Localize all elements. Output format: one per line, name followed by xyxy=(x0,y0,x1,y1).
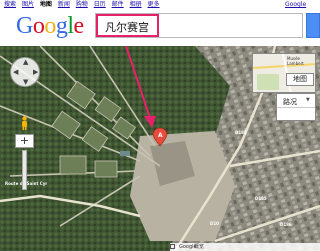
minimap-label: Musée Lambert xyxy=(287,56,304,66)
nav-item-photos[interactable]: 相册 xyxy=(130,0,142,9)
street-view-pegman-icon[interactable] xyxy=(20,116,29,130)
google-logo-text: Google xyxy=(16,13,84,39)
traffic-label: 路况 xyxy=(283,98,297,106)
nav-item-more[interactable]: 更多 xyxy=(148,0,160,9)
nav-item-calendar[interactable]: 日历 xyxy=(94,0,106,9)
google-logo[interactable]: Google xyxy=(16,12,84,40)
route-label-1: D185 xyxy=(235,130,247,135)
pan-down-icon[interactable]: ▼ xyxy=(23,79,28,86)
nav-item-shopping[interactable]: 购物 xyxy=(76,0,88,9)
traffic-divider xyxy=(277,107,315,108)
road-label-2: D186 xyxy=(280,222,292,227)
nav-item-mail[interactable]: 邮件 xyxy=(112,0,124,9)
pan-left-icon[interactable]: ◀ xyxy=(13,69,18,76)
nav-right-link[interactable]: Google xyxy=(285,0,306,9)
overview-link[interactable]: 概览 xyxy=(194,243,204,251)
search-button[interactable] xyxy=(306,13,320,38)
pan-up-icon[interactable]: ▲ xyxy=(23,59,28,66)
pan-right-icon[interactable]: ▶ xyxy=(33,69,38,76)
search-highlight-box xyxy=(96,14,159,37)
map-type-toggle[interactable]: 地图 xyxy=(286,73,314,86)
zoom-in-button[interactable]: + xyxy=(15,134,34,148)
marker-letter: A xyxy=(158,132,163,139)
route-label-3: D10 xyxy=(210,221,219,226)
nav-item-news[interactable]: 新闻 xyxy=(58,0,70,9)
bottom-bar: Google 概览 xyxy=(170,243,320,251)
nav-item-images[interactable]: 图片 xyxy=(22,0,34,9)
traffic-dropdown[interactable]: 路况 ▼ xyxy=(276,93,316,121)
route-label-2: D185 xyxy=(255,196,267,201)
nav-item-maps[interactable]: 地图 xyxy=(40,0,52,9)
overview-checkbox-icon[interactable] xyxy=(170,244,175,249)
chevron-down-icon: ▼ xyxy=(306,97,310,103)
pool xyxy=(120,151,130,156)
nav-item-search[interactable]: 搜索 xyxy=(4,0,16,9)
pan-control[interactable]: ▲ ▼ ◀ ▶ xyxy=(10,57,40,87)
zoom-slider[interactable] xyxy=(22,150,27,190)
top-nav: 搜索 图片 地图 新闻 购物 日历 邮件 相册 更多 Google xyxy=(0,0,320,9)
